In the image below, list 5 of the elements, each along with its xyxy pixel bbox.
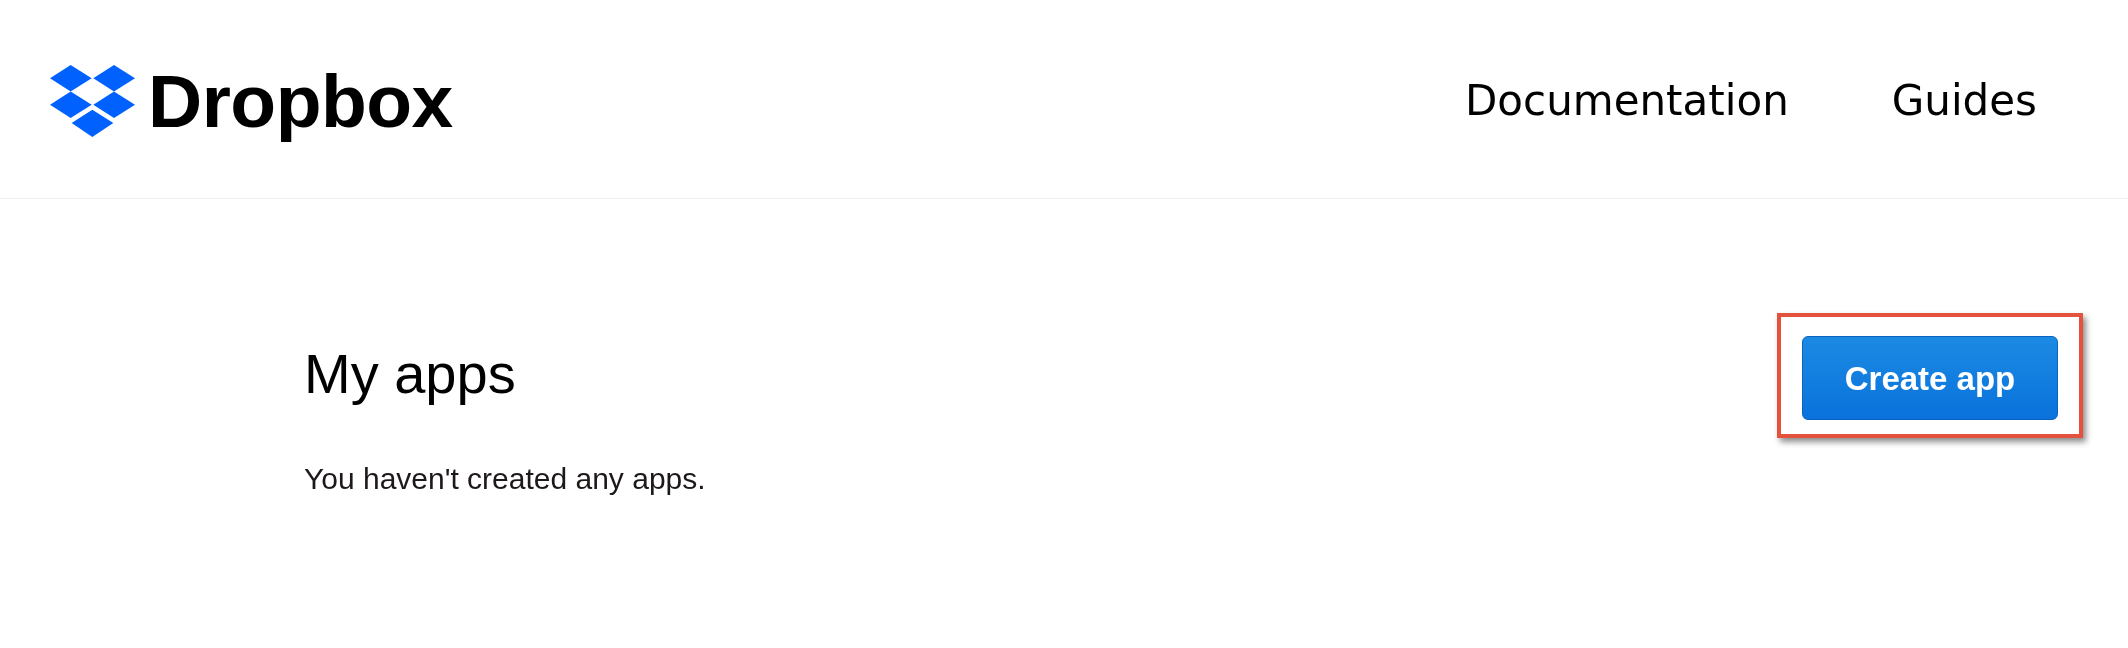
logo-icon	[50, 65, 135, 137]
create-app-button[interactable]: Create app	[1802, 336, 2058, 420]
nav-link[interactable]: Documentation	[1465, 80, 1789, 122]
nav-link[interactable]: Guides	[1891, 80, 2037, 122]
empty-message: You haven't created any apps.	[304, 464, 706, 494]
